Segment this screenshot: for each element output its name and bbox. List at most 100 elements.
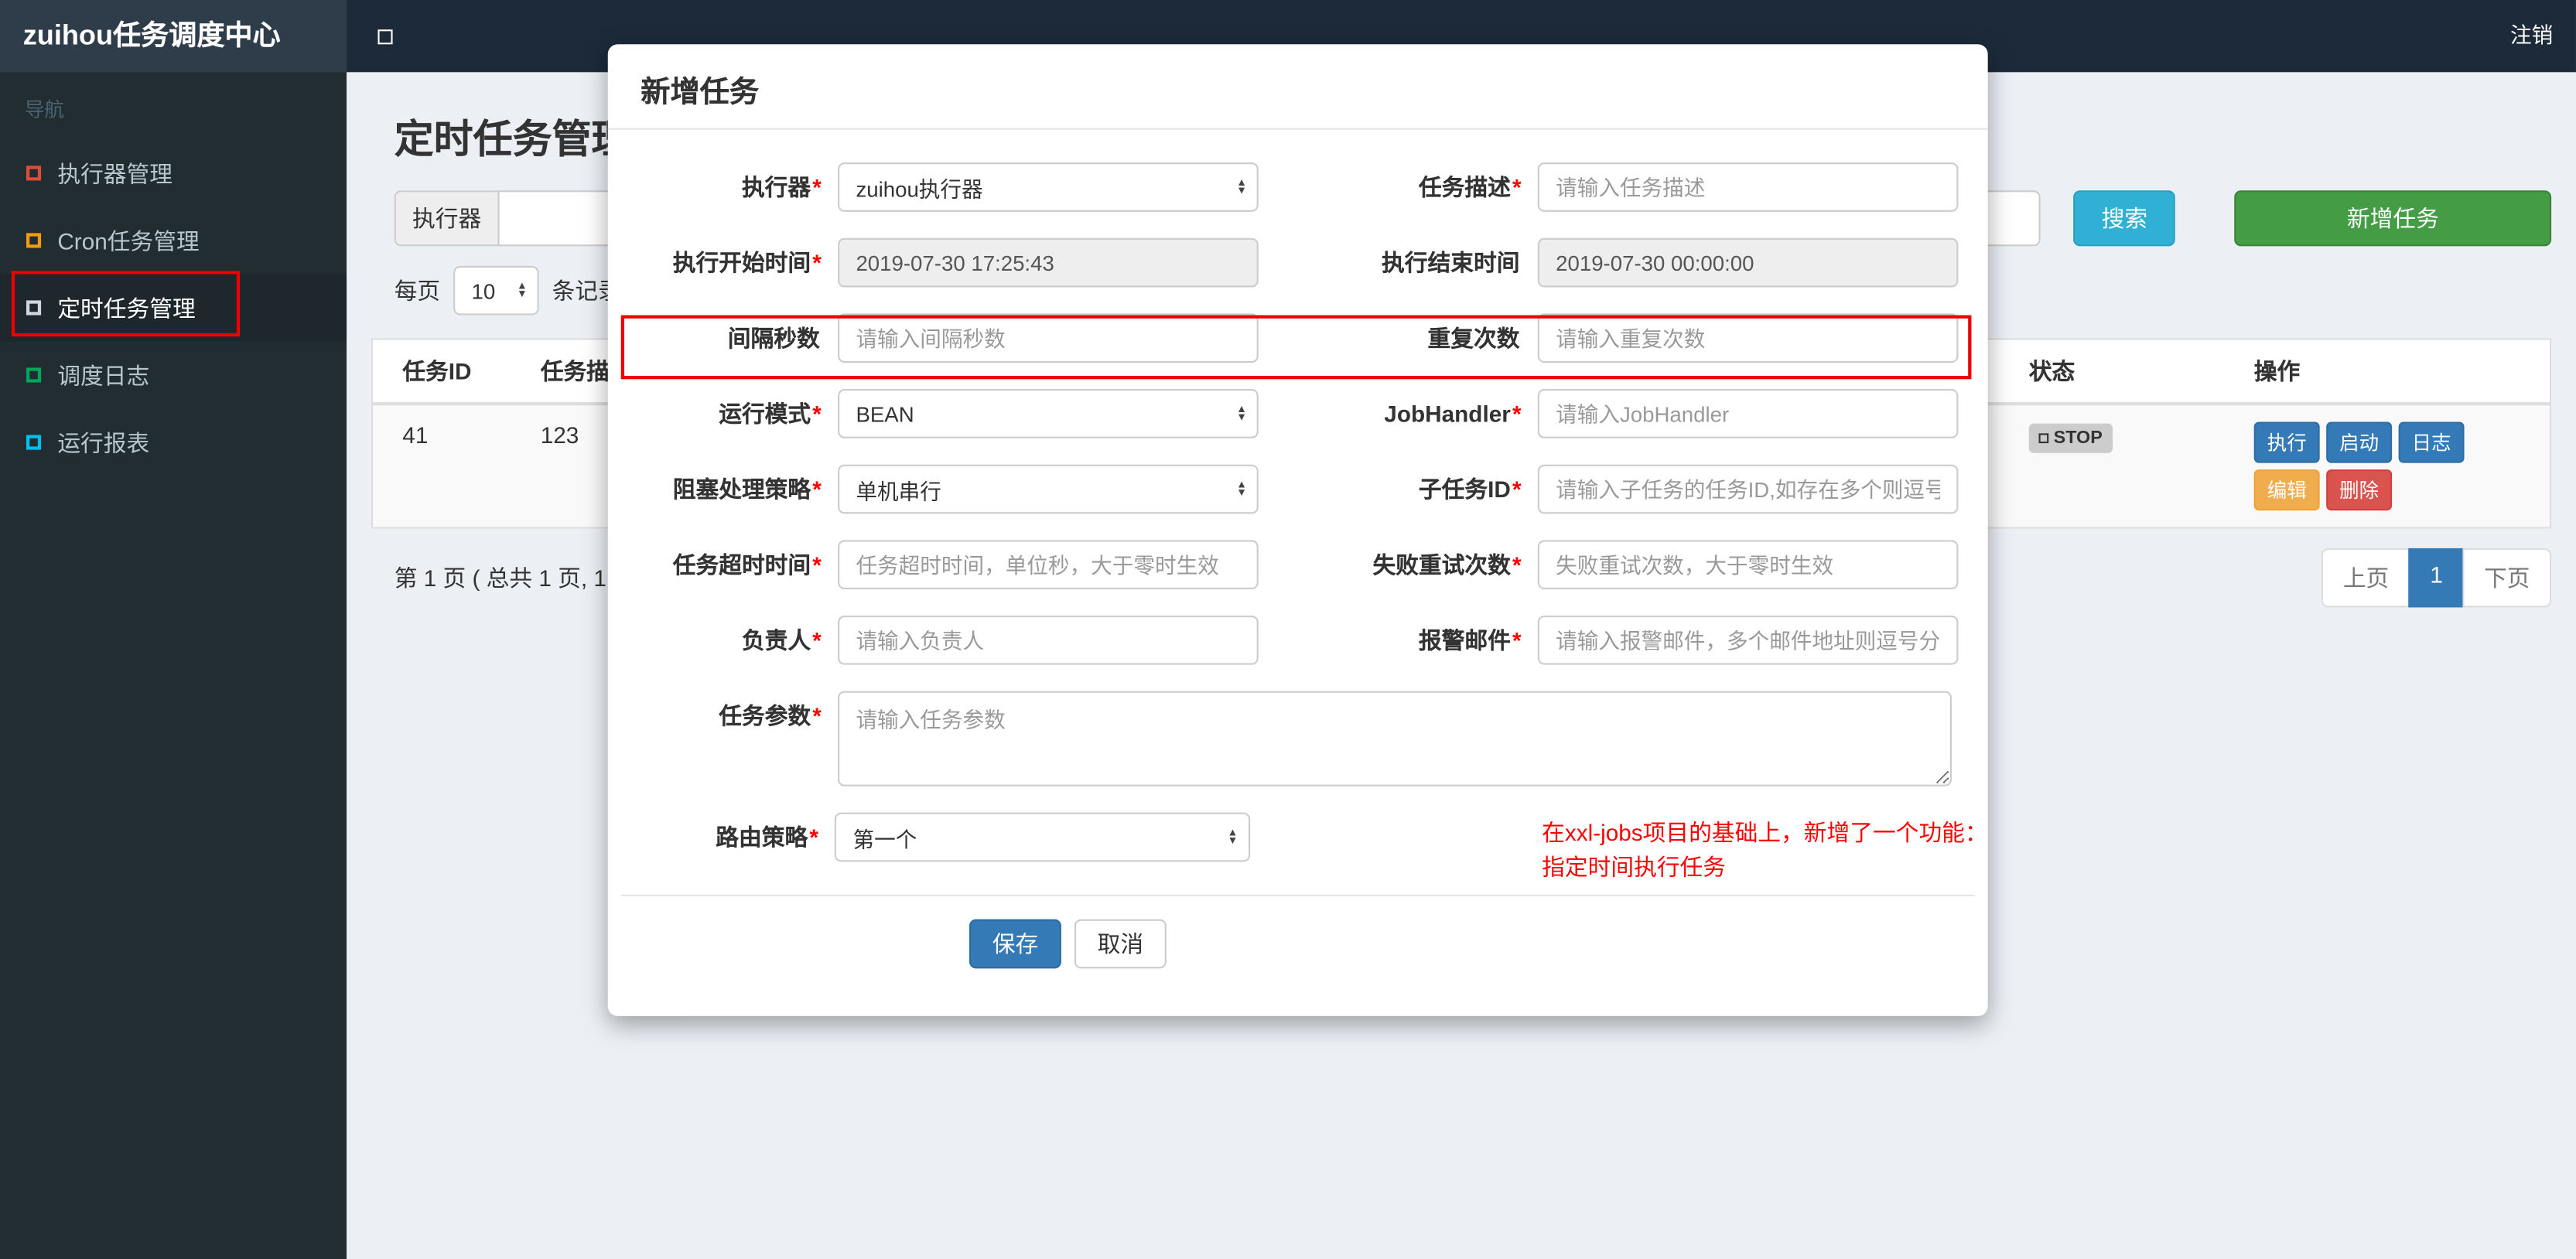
required-asterisk: * bbox=[812, 400, 822, 427]
select-arrows-icon: ▲ ▼ bbox=[1236, 479, 1247, 500]
timeout-label: 任务超时时间 * bbox=[672, 551, 822, 578]
square-icon bbox=[26, 165, 42, 181]
sidebar-item-run-report[interactable]: 运行报表 bbox=[0, 409, 347, 476]
fail-retry-label: 失败重试次数 * bbox=[1372, 551, 1522, 578]
required-asterisk: * bbox=[1512, 400, 1522, 427]
sidebar-item-timed-task-manage[interactable]: 定时任务管理 bbox=[0, 274, 347, 342]
sidebar-item-executor-manage[interactable]: 执行器管理 bbox=[0, 139, 347, 206]
current-page-button[interactable]: 1 bbox=[2408, 548, 2465, 608]
job-handler-label: JobHandler * bbox=[1384, 400, 1522, 427]
search-button[interactable]: 搜索 bbox=[2073, 190, 2176, 247]
required-asterisk: * bbox=[812, 551, 822, 578]
sidebar-item-schedule-log[interactable]: 调度日志 bbox=[0, 342, 347, 409]
per-page-select[interactable]: 10 ▲ ▼ bbox=[453, 265, 539, 316]
delete-button[interactable]: 删除 bbox=[2326, 469, 2393, 511]
cell-status: STOP bbox=[2000, 405, 2225, 527]
repeat-label: 重复次数 bbox=[1427, 325, 1520, 352]
sidebar-item-label: 定时任务管理 bbox=[57, 295, 196, 321]
required-asterisk: * bbox=[1512, 173, 1522, 200]
status-badge-text: STOP bbox=[2053, 428, 2103, 449]
end-time-input[interactable] bbox=[1537, 237, 1959, 288]
select-arrows-icon: ▲ ▼ bbox=[1236, 404, 1247, 424]
required-asterisk: * bbox=[812, 702, 822, 729]
required-asterisk: * bbox=[1512, 626, 1522, 653]
modal-body: 执行器* zuihou执行器 ▲▼ 任务描述* 执行开始时间* 执行结束时间 bbox=[608, 130, 1988, 969]
brand-title: zuihou任务调度中心 bbox=[0, 0, 347, 73]
job-param-textarea[interactable] bbox=[838, 691, 1952, 786]
block-strategy-label: 阻塞处理策略 * bbox=[672, 476, 822, 503]
interval-input[interactable] bbox=[838, 313, 1259, 363]
owner-label: 负责人 * bbox=[741, 626, 822, 653]
required-asterisk: * bbox=[812, 173, 822, 200]
job-param-label: 任务参数 * bbox=[719, 702, 822, 729]
run-mode-select[interactable]: BEAN ▲ ▼ bbox=[838, 389, 1259, 438]
required-asterisk: * bbox=[809, 824, 818, 851]
square-icon bbox=[26, 435, 42, 450]
feature-note: 在xxl-jobs项目的基础上，新增了一个功能： 指定时间执行任务 bbox=[1529, 813, 1988, 880]
status-badge: STOP bbox=[2028, 423, 2113, 453]
sidebar-item-label: Cron任务管理 bbox=[57, 227, 200, 254]
required-asterisk: * bbox=[812, 626, 822, 653]
add-task-modal: 新增任务 执行器* zuihou执行器 ▲▼ 任务描述* 执行开始时间* bbox=[607, 44, 1988, 1016]
child-job-input[interactable] bbox=[1537, 464, 1959, 514]
square-icon bbox=[26, 233, 42, 248]
save-button[interactable]: 保存 bbox=[969, 919, 1061, 969]
feature-note-line2: 指定时间执行任务 bbox=[1542, 853, 1727, 880]
route-strategy-select[interactable]: 第一个 ▲ ▼ bbox=[835, 812, 1250, 862]
required-asterisk: * bbox=[812, 249, 822, 276]
start-button[interactable]: 启动 bbox=[2326, 421, 2393, 463]
modal-footer: 保存 取消 bbox=[608, 896, 1988, 969]
executor-label: 执行器 * bbox=[741, 173, 822, 200]
required-asterisk: * bbox=[812, 476, 822, 503]
stop-square-icon bbox=[2038, 433, 2049, 444]
fail-retry-input[interactable] bbox=[1537, 540, 1959, 590]
cancel-button[interactable]: 取消 bbox=[1074, 919, 1167, 969]
sidebar-toggle-button[interactable] bbox=[347, 0, 422, 72]
sidebar-item-label: 运行报表 bbox=[57, 429, 150, 456]
sidebar-item-label: 调度日志 bbox=[57, 362, 150, 388]
add-task-button[interactable]: 新增任务 bbox=[2234, 190, 2552, 247]
owner-input[interactable] bbox=[838, 615, 1259, 665]
alarm-email-input[interactable] bbox=[1537, 615, 1959, 665]
log-button[interactable]: 日志 bbox=[2398, 421, 2465, 463]
col-header-task-id: 任务ID bbox=[373, 339, 511, 406]
alarm-email-label: 报警邮件 * bbox=[1418, 626, 1522, 653]
cell-task-id: 41 bbox=[402, 421, 429, 449]
cell-actions: 执行 启动 日志 编辑 删除 bbox=[2224, 405, 2549, 527]
col-header-actions: 操作 bbox=[2224, 339, 2550, 406]
run-mode-label: 运行模式 * bbox=[719, 400, 822, 427]
job-desc-input[interactable] bbox=[1537, 162, 1959, 212]
app-root: zuihou任务调度中心 注销 导航 执行器管理 Cron任务管理 定时任务管理… bbox=[0, 0, 2576, 1259]
square-icon bbox=[26, 300, 42, 316]
route-strategy-label: 路由策略 * bbox=[716, 824, 818, 851]
timeout-input[interactable] bbox=[838, 540, 1259, 590]
prev-page-button[interactable]: 上页 bbox=[2321, 548, 2410, 608]
executor-filter-label: 执行器 bbox=[394, 190, 498, 247]
start-time-label: 执行开始时间 * bbox=[672, 249, 822, 276]
sidebar-item-label: 执行器管理 bbox=[57, 159, 173, 186]
per-page-prefix-label: 每页 bbox=[394, 277, 441, 304]
col-header-status: 状态 bbox=[1999, 339, 2225, 406]
run-mode-select-value: BEAN bbox=[856, 401, 914, 426]
start-time-input[interactable] bbox=[838, 237, 1259, 288]
end-time-label: 执行结束时间 bbox=[1382, 249, 1520, 276]
select-arrows-icon: ▲ ▼ bbox=[1227, 827, 1238, 848]
next-page-button[interactable]: 下页 bbox=[2462, 548, 2552, 608]
executor-select[interactable]: zuihou执行器 ▲ ▼ bbox=[838, 162, 1259, 212]
edit-button[interactable]: 编辑 bbox=[2253, 469, 2320, 511]
sidebar: 导航 执行器管理 Cron任务管理 定时任务管理 调度日志 运行报表 bbox=[0, 72, 347, 1259]
sidebar-nav-header: 导航 bbox=[24, 98, 64, 122]
feature-note-line1: 在xxl-jobs项目的基础上，新增了一个功能： bbox=[1542, 819, 1988, 846]
job-handler-input[interactable] bbox=[1537, 389, 1959, 438]
child-job-label: 子任务ID * bbox=[1418, 476, 1522, 503]
per-page-value: 10 bbox=[471, 278, 496, 303]
square-toggle-icon bbox=[377, 29, 392, 44]
block-strategy-select-value: 单机串行 bbox=[856, 478, 941, 503]
repeat-input[interactable] bbox=[1537, 313, 1959, 363]
logout-link[interactable]: 注销 bbox=[2510, 0, 2553, 72]
executor-select-value: zuihou执行器 bbox=[856, 176, 983, 202]
block-strategy-select[interactable]: 单机串行 ▲ ▼ bbox=[838, 464, 1259, 514]
sidebar-item-cron-manage[interactable]: Cron任务管理 bbox=[0, 206, 347, 274]
required-asterisk: * bbox=[1512, 476, 1522, 503]
run-button[interactable]: 执行 bbox=[2253, 421, 2320, 463]
